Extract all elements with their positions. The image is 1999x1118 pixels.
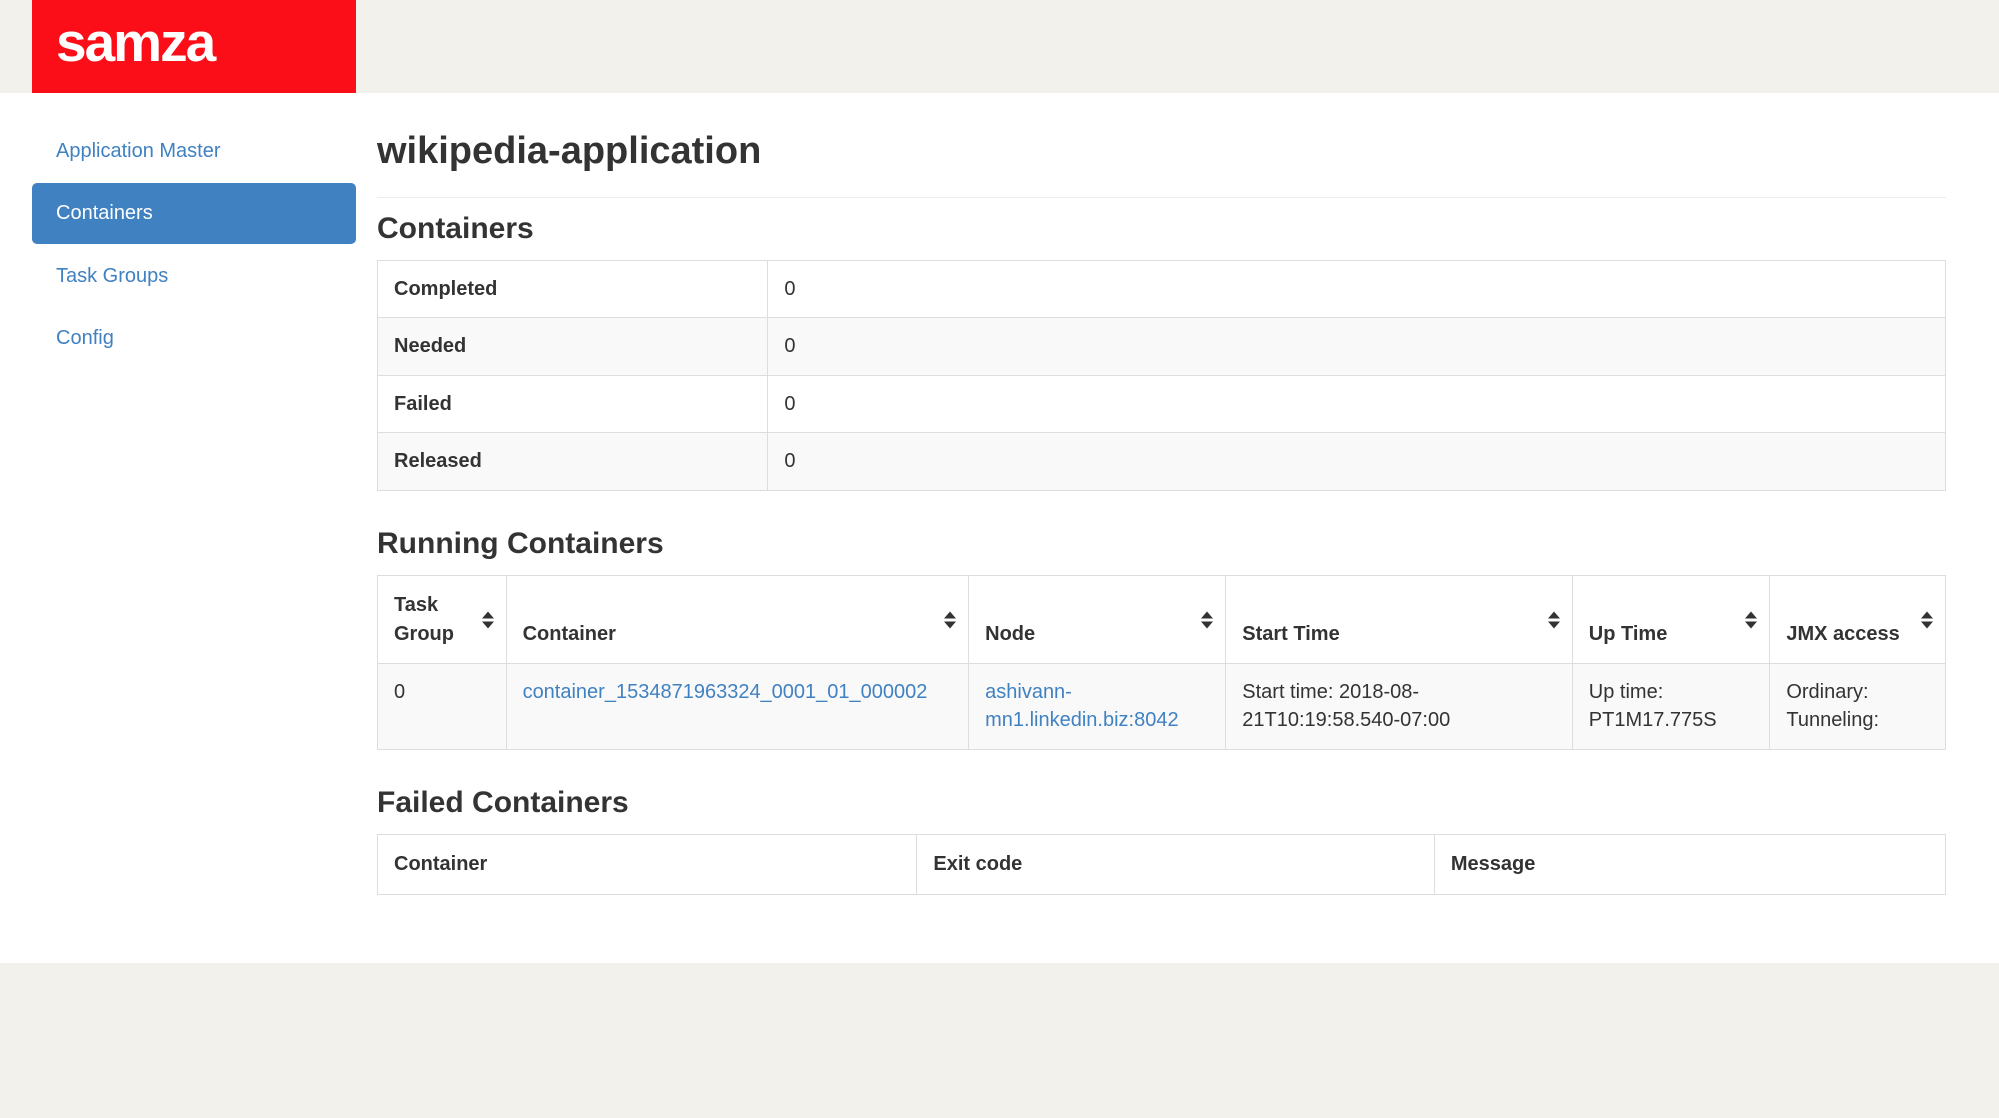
samza-logo[interactable]: samza — [32, 0, 356, 93]
node-link[interactable]: ashivann-mn1.linkedin.biz:8042 — [985, 681, 1178, 731]
task-group-cell: 0 — [378, 663, 507, 749]
summary-value-failed: 0 — [768, 375, 1946, 432]
containers-summary-table: Completed 0 Needed 0 Failed 0 Released 0 — [377, 260, 1946, 491]
containers-heading: Containers — [377, 212, 1946, 247]
column-header-label: JMX access — [1786, 623, 1899, 645]
up-time-cell: Up time: PT1M17.775S — [1572, 663, 1770, 749]
column-header-exit-code: Exit code — [917, 835, 1434, 894]
table-row: Completed 0 — [378, 261, 1946, 318]
node-cell: ashivann-mn1.linkedin.biz:8042 — [969, 663, 1226, 749]
page-footer — [0, 963, 1999, 1118]
container-cell: container_1534871963324_0001_01_000002 — [506, 663, 969, 749]
column-header-label: Up Time — [1589, 623, 1668, 645]
summary-value-released: 0 — [768, 433, 1946, 490]
column-header-container[interactable]: Container — [506, 576, 969, 664]
column-header-node[interactable]: Node — [969, 576, 1226, 664]
page-title: wikipedia-application — [377, 129, 1946, 175]
column-header-label: Task Group — [394, 594, 454, 644]
page-header: wikipedia-application — [377, 129, 1946, 198]
summary-label-failed: Failed — [378, 375, 768, 432]
content: wikipedia-application Containers Complet… — [377, 121, 1946, 963]
table-header-row: Container Exit code Message — [378, 835, 1946, 894]
summary-value-completed: 0 — [768, 261, 1946, 318]
sort-icon — [1548, 611, 1560, 628]
column-header-label: Container — [523, 623, 616, 645]
start-time-cell: Start time: 2018-08-21T10:19:58.540-07:0… — [1226, 663, 1573, 749]
table-row: Released 0 — [378, 433, 1946, 490]
sidebar: Application Master Containers Task Group… — [32, 121, 356, 963]
table-row: Failed 0 — [378, 375, 1946, 432]
column-header-label: Node — [985, 623, 1035, 645]
table-header-row: Task Group Container Node Start Time — [378, 576, 1946, 664]
jmx-access-cell: Ordinary: Tunneling: — [1770, 663, 1946, 749]
sort-icon — [482, 611, 494, 628]
failed-containers-table: Container Exit code Message — [377, 834, 1946, 894]
column-header-message: Message — [1434, 835, 1945, 894]
sidebar-item-task-groups[interactable]: Task Groups — [32, 246, 356, 306]
sort-icon — [1745, 611, 1757, 628]
top-bar: samza — [0, 0, 1999, 93]
column-header-up-time[interactable]: Up Time — [1572, 576, 1770, 664]
failed-containers-heading: Failed Containers — [377, 786, 1946, 821]
sort-icon — [1921, 611, 1933, 628]
summary-label-released: Released — [378, 433, 768, 490]
running-containers-table: Task Group Container Node Start Time — [377, 575, 1946, 750]
summary-value-needed: 0 — [768, 318, 1946, 375]
main-area: Application Master Containers Task Group… — [0, 93, 1999, 963]
table-row: Needed 0 — [378, 318, 1946, 375]
column-header-start-time[interactable]: Start Time — [1226, 576, 1573, 664]
sort-icon — [944, 611, 956, 628]
sidebar-item-containers[interactable]: Containers — [32, 183, 356, 243]
column-header-task-group[interactable]: Task Group — [378, 576, 507, 664]
samza-logo-text: samza — [32, 15, 214, 78]
sidebar-item-config[interactable]: Config — [32, 308, 356, 368]
sidebar-item-application-master[interactable]: Application Master — [32, 121, 356, 181]
running-containers-heading: Running Containers — [377, 527, 1946, 562]
column-header-failed-container: Container — [378, 835, 917, 894]
column-header-label: Start Time — [1242, 623, 1339, 645]
summary-label-completed: Completed — [378, 261, 768, 318]
container-link[interactable]: container_1534871963324_0001_01_000002 — [523, 681, 928, 703]
summary-label-needed: Needed — [378, 318, 768, 375]
running-container-row: 0 container_1534871963324_0001_01_000002… — [378, 663, 1946, 749]
column-header-jmx-access[interactable]: JMX access — [1770, 576, 1946, 664]
sort-icon — [1201, 611, 1213, 628]
